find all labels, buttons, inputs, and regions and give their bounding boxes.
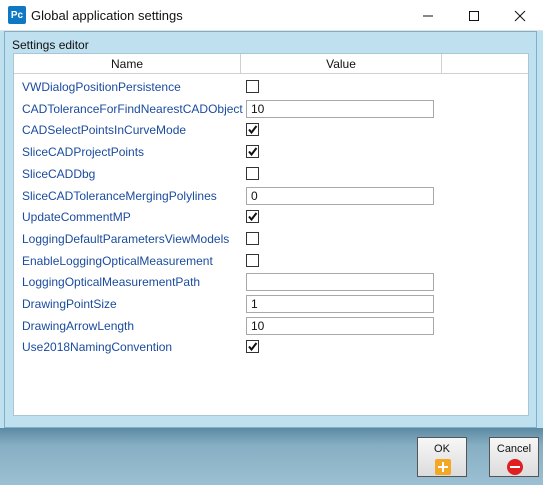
checkmark-icon <box>248 342 258 352</box>
table-row: CADToleranceForFindNearestCADObject 10 <box>14 98 528 120</box>
setting-checkbox[interactable] <box>246 231 259 245</box>
table-row: SliceCADToleranceMergingPolylines 0 <box>14 185 528 207</box>
column-header-name[interactable]: Name <box>14 57 240 71</box>
minus-icon <box>507 459 523 475</box>
setting-name: SliceCADProjectPoints <box>22 145 145 160</box>
column-header-value[interactable]: Value <box>241 57 441 71</box>
table-row: DrawingPointSize 1 <box>14 293 528 315</box>
cancel-button-label: Cancel <box>496 443 532 455</box>
grid-header: Name Value <box>14 54 528 74</box>
setting-checkbox[interactable] <box>246 253 259 267</box>
setting-name: LoggingOpticalMeasurementPath <box>22 275 201 290</box>
setting-checkbox[interactable] <box>246 210 259 224</box>
setting-name: DrawingPointSize <box>22 297 117 311</box>
close-button[interactable] <box>497 0 543 31</box>
setting-value-input[interactable]: 1 <box>246 295 434 313</box>
table-row: DrawingArrowLength 10 <box>14 315 528 337</box>
table-row: EnableLoggingOpticalMeasurement <box>14 250 528 272</box>
close-icon <box>514 10 526 21</box>
app-icon: Pc <box>8 6 26 24</box>
checkmark-icon <box>248 212 258 222</box>
table-row: VWDialogPositionPersistence <box>14 76 528 98</box>
setting-checkbox[interactable] <box>246 166 259 180</box>
setting-name: DrawingArrowLength <box>22 318 135 333</box>
maximize-button[interactable] <box>451 0 497 31</box>
checkmark-icon <box>248 147 258 157</box>
setting-checkbox[interactable] <box>246 145 259 159</box>
cancel-button[interactable]: Cancel <box>489 437 539 477</box>
setting-name: CADSelectPointsInCurveMode <box>22 123 187 138</box>
setting-name: UpdateCommentMP <box>22 210 131 225</box>
table-row: SliceCADProjectPoints <box>14 141 528 163</box>
dialog-footer: OK Cancel <box>0 428 543 485</box>
maximize-icon <box>469 10 479 21</box>
table-row: LoggingDefaultParametersViewModels <box>14 228 528 250</box>
setting-checkbox[interactable] <box>246 123 259 137</box>
setting-checkbox[interactable] <box>246 340 259 354</box>
checkmark-icon <box>248 125 258 135</box>
setting-name: EnableLoggingOpticalMeasurement <box>22 253 213 268</box>
table-row: SliceCADDbg <box>14 163 528 185</box>
setting-name: Use2018NamingConvention <box>22 340 173 355</box>
setting-name: SliceCADToleranceMergingPolylines <box>22 188 217 203</box>
setting-name: CADToleranceForFindNearestCADObject <box>22 101 243 116</box>
setting-value-input[interactable] <box>246 273 434 292</box>
column-separator[interactable] <box>441 54 442 74</box>
setting-value-input[interactable]: 10 <box>246 316 434 335</box>
table-row: UpdateCommentMP <box>14 206 528 228</box>
setting-value-input[interactable]: 0 <box>246 186 434 205</box>
window-title: Global application settings <box>31 8 183 23</box>
plus-icon <box>435 459 451 475</box>
table-row: CADSelectPointsInCurveMode <box>14 119 528 141</box>
minimize-button[interactable] <box>405 0 451 31</box>
setting-name: LoggingDefaultParametersViewModels <box>22 231 230 246</box>
table-row: LoggingOpticalMeasurementPath <box>14 271 528 293</box>
ok-button-label: OK <box>434 443 450 455</box>
setting-checkbox[interactable] <box>246 80 259 93</box>
setting-value-input[interactable]: 10 <box>246 99 434 118</box>
setting-name: VWDialogPositionPersistence <box>22 80 181 94</box>
table-row: Use2018NamingConvention <box>14 336 528 358</box>
title-bar: Pc Global application settings <box>0 0 543 31</box>
minimize-icon <box>423 15 433 16</box>
ok-button[interactable]: OK <box>417 437 467 477</box>
settings-grid: Name Value VWDialogPositionPersistence CA… <box>13 53 529 416</box>
setting-name: SliceCADDbg <box>22 166 96 181</box>
group-label: Settings editor <box>10 38 91 52</box>
